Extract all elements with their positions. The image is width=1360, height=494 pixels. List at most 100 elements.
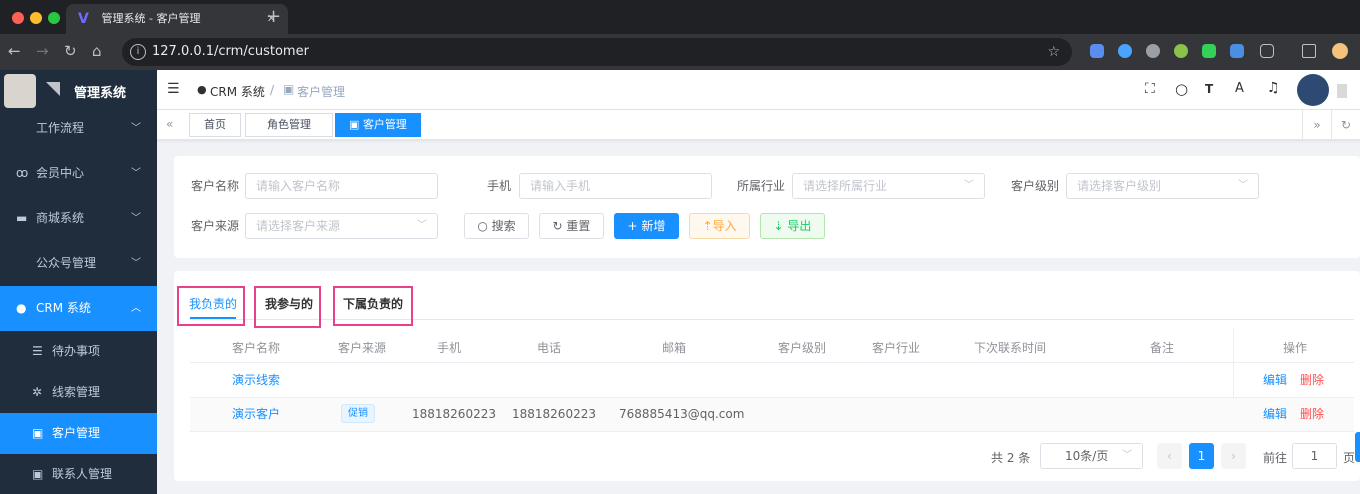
source-select[interactable]: 请选择客户来源 ﹀ — [245, 213, 438, 239]
goto-label: 前往 — [1263, 451, 1288, 465]
mobile-cell: 18818260223 — [412, 407, 496, 421]
edit-link[interactable]: 编辑 — [1263, 373, 1287, 387]
sidebar-item-customers[interactable]: ▣ 客户管理 — [0, 413, 157, 454]
profile-avatar[interactable] — [1332, 43, 1348, 59]
reset-button[interactable]: ↻ 重置 — [539, 213, 604, 239]
logo-title: 管理系统 — [74, 86, 127, 101]
prev-page-button[interactable]: ‹ — [1157, 443, 1182, 469]
extension-icon[interactable] — [1090, 44, 1104, 58]
fullscreen-icon[interactable]: ⛶ — [1145, 81, 1155, 97]
column-header: 客户名称 — [232, 341, 281, 355]
breadcrumb-crm[interactable]: CRM 系统 — [210, 83, 265, 100]
chevron-down-icon: ﹀ — [1122, 450, 1132, 461]
filter-card — [174, 156, 1360, 258]
add-button[interactable]: + 新增 — [614, 213, 679, 239]
customer-name-input[interactable]: 请输入客户名称 — [245, 173, 438, 199]
page-size-select[interactable]: 10条/页 ﹀ — [1040, 443, 1143, 469]
browser-tab[interactable]: V 管理系统 - 客户管理 ✕ — [66, 4, 288, 34]
import-button[interactable]: ⇡导入 — [689, 213, 750, 239]
sidebar-item-label: 商城系统 — [36, 211, 85, 225]
sidebar-item-label: 会员中心 — [36, 166, 85, 180]
sidebar-item-contacts[interactable]: ▣ 联系人管理 — [0, 454, 157, 494]
site-info-icon[interactable]: i — [130, 44, 146, 60]
chevron-down-icon: ﹀ — [964, 180, 974, 191]
plus-icon: + — [627, 219, 642, 233]
refresh-icon[interactable]: ↻ — [1331, 110, 1360, 140]
font-size-icon[interactable]: T — [1205, 82, 1213, 96]
goto-page-input[interactable]: 1 — [1292, 443, 1337, 469]
user-name-fragment[interactable] — [1337, 84, 1347, 98]
sidebar-item-crm[interactable]: ● CRM 系统 ︿ — [0, 286, 157, 331]
sidebar-item-members[interactable]: ꝏ 会员中心 ﹀ — [0, 151, 157, 196]
home-icon[interactable]: ⌂ — [92, 42, 102, 60]
user-avatar[interactable] — [1297, 74, 1329, 106]
search-button-label: 搜索 — [491, 219, 516, 233]
extension-icon[interactable] — [1174, 44, 1188, 58]
language-icon[interactable]: A — [1235, 81, 1244, 96]
search-button[interactable]: ○ 搜索 — [464, 213, 529, 239]
level-select[interactable]: 请选择客户级别 ﹀ — [1066, 173, 1259, 199]
column-header: 操作 — [1283, 341, 1308, 355]
contact-icon: ▣ — [32, 467, 44, 481]
extension-icon[interactable] — [1146, 44, 1160, 58]
forward-icon[interactable]: → — [36, 42, 49, 60]
hamburger-icon[interactable]: ☰ — [167, 81, 180, 97]
sidebar-item-label: 客户管理 — [52, 426, 101, 440]
browser-tab-title: 管理系统 - 客户管理 — [101, 12, 201, 25]
sidebar-item-clues[interactable]: ✲ 线索管理 — [0, 372, 157, 413]
refresh-icon: ↻ — [552, 219, 567, 233]
scroll-right-icon[interactable]: » — [1302, 110, 1331, 140]
settings-drawer-handle[interactable] — [1355, 432, 1360, 462]
search-icon[interactable]: ○ — [1175, 80, 1188, 98]
pagination-total: 共 2 条 — [991, 451, 1031, 465]
back-icon[interactable]: ← — [8, 42, 21, 60]
phone-input[interactable]: 请输入手机 — [519, 173, 712, 199]
logo-avatar — [4, 74, 36, 108]
address-bar[interactable]: i 127.0.0.1/crm/customer ☆ — [122, 38, 1072, 66]
clue-icon: ✲ — [32, 385, 43, 399]
edit-link[interactable]: 编辑 — [1263, 407, 1287, 421]
industry-label: 所属行业 — [737, 179, 786, 193]
industry-select[interactable]: 请选择所属行业 ﹀ — [792, 173, 985, 199]
export-button[interactable]: ⇣ 导出 — [760, 213, 825, 239]
reset-button-label: 重置 — [566, 219, 591, 233]
delete-link[interactable]: 删除 — [1300, 373, 1324, 387]
extension-icon[interactable] — [1230, 44, 1244, 58]
window-zoom-button[interactable] — [48, 12, 60, 24]
notification-bell-icon[interactable]: ♫ — [1267, 80, 1280, 96]
window-minimize-button[interactable] — [30, 12, 42, 24]
tag-home[interactable]: 首页 — [189, 113, 241, 137]
customer-name-link[interactable]: 演示客户 — [232, 407, 280, 421]
scroll-left-icon[interactable]: « — [166, 117, 173, 131]
table-row[interactable]: 演示线索 编辑 删除 — [190, 363, 1354, 397]
new-tab-button[interactable]: + — [266, 6, 281, 27]
side-panel-icon[interactable] — [1302, 44, 1316, 58]
extension-icon[interactable] — [1202, 44, 1216, 58]
bookmark-star-icon[interactable]: ☆ — [1047, 38, 1060, 66]
next-page-button[interactable]: › — [1221, 443, 1246, 469]
column-header: 邮箱 — [662, 341, 687, 355]
page-number-button[interactable]: 1 — [1189, 443, 1214, 469]
browser-tabstrip: V 管理系统 - 客户管理 ✕ + — [0, 0, 1360, 34]
customer-name-link[interactable]: 演示线索 — [232, 373, 280, 387]
table-row[interactable]: 演示客户 促销 18818260223 18818260223 76888541… — [190, 398, 1354, 431]
tag-customers[interactable]: ▣ 客户管理 — [335, 113, 421, 137]
sidebar-item-todo[interactable]: ☰ 待办事项 — [0, 331, 157, 372]
highlight-box — [177, 286, 245, 326]
tag-roles[interactable]: 角色管理 — [245, 113, 333, 137]
sidebar-item-label: 待办事项 — [52, 344, 101, 358]
members-icon: ꝏ — [16, 166, 29, 180]
extension-icon[interactable] — [1118, 44, 1132, 58]
chevron-down-icon: ﹀ — [131, 213, 141, 224]
user-icon: ● — [16, 301, 27, 315]
extensions-puzzle-icon[interactable] — [1260, 44, 1274, 58]
sidebar-item-wechat[interactable]: 公众号管理 ﹀ — [0, 241, 157, 286]
sidebar-item-shop[interactable]: ▬ 商城系统 ﹀ — [0, 196, 157, 241]
reload-icon[interactable]: ↻ — [64, 42, 77, 60]
column-header: 客户行业 — [872, 341, 921, 355]
sidebar-item-workflow[interactable]: 工作流程 ﹀ — [0, 106, 157, 151]
window-close-button[interactable] — [12, 12, 24, 24]
highlight-box — [254, 286, 321, 328]
delete-link[interactable]: 删除 — [1300, 407, 1324, 421]
sidebar-item-label: 联系人管理 — [52, 467, 113, 481]
